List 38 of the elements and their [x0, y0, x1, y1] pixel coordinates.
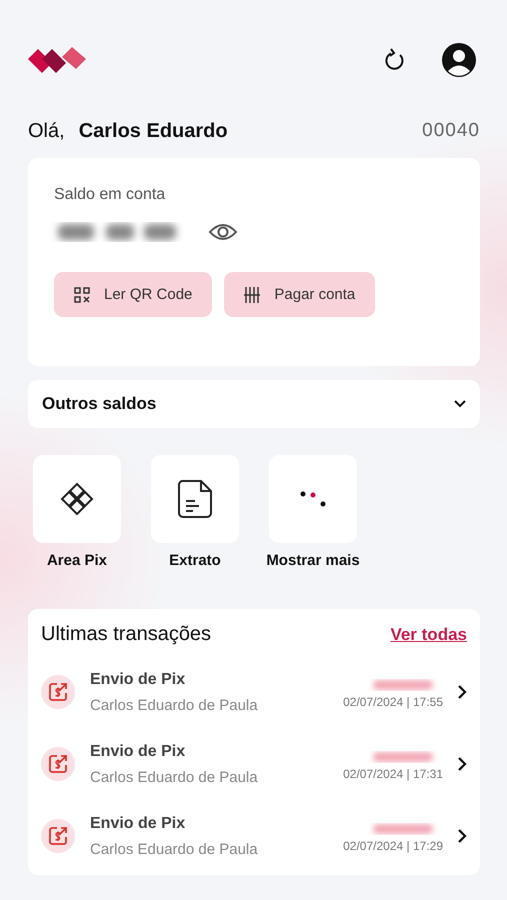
transaction-date: 02/07/2024 | 17:55 [343, 695, 443, 709]
transaction-title: Envio de Pix [90, 670, 186, 688]
user-name: Carlos Eduardo [78, 120, 228, 142]
chevron-right-icon[interactable] [457, 684, 467, 700]
account-number: 00040 [422, 120, 480, 142]
barcode-icon [244, 286, 260, 304]
document-icon [177, 479, 213, 519]
transaction-date: 02/07/2024 | 17:29 [343, 839, 443, 853]
chevron-right-icon[interactable] [457, 756, 467, 772]
see-all-link[interactable]: Ver todas [390, 624, 467, 644]
action-button[interactable]: Pagar conta [224, 272, 376, 317]
qr-code-icon [74, 286, 90, 302]
shortcut-tile[interactable] [269, 455, 357, 543]
dots-icon [300, 491, 326, 507]
transaction-name: Carlos Eduardo de Paula [90, 696, 258, 714]
transaction-date: 02/07/2024 | 17:31 [343, 767, 443, 781]
shortcut-label: Mostrar mais [266, 552, 360, 569]
shortcut-label: Extrato [169, 552, 221, 569]
transaction-title: Envio de Pix [90, 742, 186, 760]
money-transfer-icon [41, 675, 75, 709]
eye-icon[interactable] [208, 222, 238, 242]
logo-icon [28, 45, 86, 75]
shortcut-label: Area Pix [46, 552, 108, 569]
profile-icon[interactable] [441, 42, 477, 78]
transaction-name: Carlos Eduardo de Paula [90, 768, 258, 786]
money-transfer-icon [41, 819, 75, 853]
shortcut-tile[interactable] [33, 455, 121, 543]
chevron-right-icon[interactable] [457, 828, 467, 844]
section-title: Ultimas transações [41, 623, 212, 646]
shortcut-tile[interactable] [151, 455, 239, 543]
action-button[interactable]: Ler QR Code [54, 272, 212, 317]
transaction-title: Envio de Pix [90, 814, 186, 832]
money-transfer-icon [41, 747, 75, 781]
greeting-text: Olá, [28, 120, 65, 142]
balance-label: Saldo em conta [54, 186, 166, 204]
diamond-icon [60, 482, 94, 516]
other-balances-dropdown[interactable]: Outros saldos [28, 380, 480, 428]
transaction-name: Carlos Eduardo de Paula [90, 840, 258, 858]
